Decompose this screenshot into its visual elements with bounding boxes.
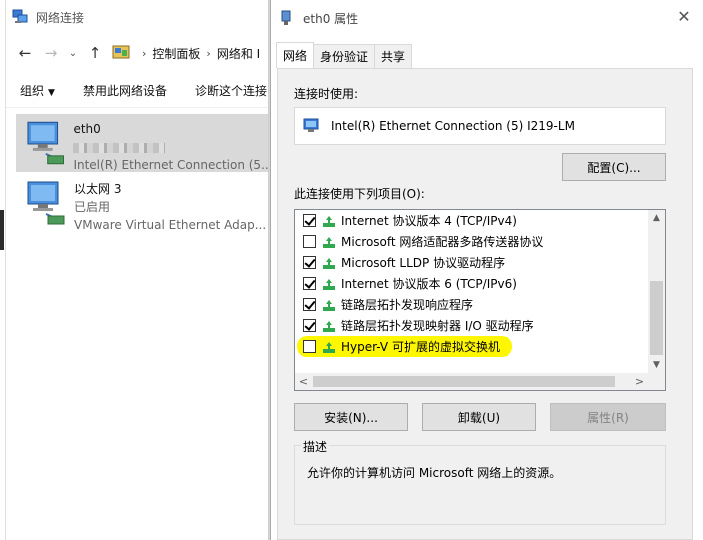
back-arrow-icon[interactable]: ← xyxy=(14,42,36,64)
control-panel-icon xyxy=(112,45,130,59)
redacted-blur xyxy=(73,142,166,153)
component-checkbox[interactable] xyxy=(303,214,316,227)
organize-menu[interactable]: 组织 ▼ xyxy=(20,82,55,99)
component-row[interactable]: Internet 协议版本 4 (TCP/IPv4) xyxy=(295,210,649,231)
network-component-icon xyxy=(323,299,335,311)
component-checkbox[interactable] xyxy=(303,277,316,290)
network-tab-panel: 连接时使用: Intel(R) Ethernet Connection (5) … xyxy=(277,68,693,540)
network-component-icon xyxy=(323,257,335,269)
eth0-properties-dialog: eth0 属性 ✕ 网络 身份验证 共享 连接时使用: Intel(R) Eth… xyxy=(270,0,703,540)
scroll-left-icon[interactable]: < xyxy=(295,373,312,390)
adapter-description: Intel(R) Ethernet Connection (5... xyxy=(73,158,270,172)
component-label: Microsoft LLDP 协议驱动程序 xyxy=(341,256,506,270)
network-component-icon xyxy=(323,278,335,290)
adapter-status-redacted xyxy=(73,138,270,156)
tab-bar: 网络 身份验证 共享 xyxy=(276,42,413,68)
scroll-corner xyxy=(648,373,665,390)
component-checkbox[interactable] xyxy=(303,256,316,269)
close-icon[interactable]: ✕ xyxy=(675,8,693,26)
components-list-items: Internet 协议版本 4 (TCP/IPv4) Microsoft 网络适配… xyxy=(295,210,649,357)
breadcrumb-separator-icon: › xyxy=(142,46,147,60)
component-checkbox[interactable] xyxy=(303,298,316,311)
breadcrumb-control-panel[interactable]: 控制面板 xyxy=(152,45,200,62)
adapter-item-eth0[interactable]: eth0 Intel(R) Ethernet Connection (5... xyxy=(16,114,270,172)
bg-titlebar: 网络连接 xyxy=(6,0,270,34)
bg-window-title: 网络连接 xyxy=(36,10,85,25)
network-component-icon xyxy=(323,320,335,332)
breadcrumb-network[interactable]: 网络和 I xyxy=(217,45,260,62)
dialog-titlebar: eth0 属性 ✕ xyxy=(271,0,703,36)
component-checkbox[interactable] xyxy=(303,319,316,332)
tab-authentication[interactable]: 身份验证 xyxy=(313,44,376,68)
edge-mark xyxy=(0,210,4,250)
forward-arrow-icon[interactable]: → xyxy=(40,42,62,64)
scroll-up-icon[interactable]: ▲ xyxy=(648,210,665,226)
address-bar: ← → ⌄ ↑ › 控制面板 › 网络和 I xyxy=(6,38,270,68)
network-component-icon xyxy=(323,341,335,353)
description-legend: 描述 xyxy=(301,438,330,455)
description-group: 描述 允许你的计算机访问 Microsoft 网络上的资源。 xyxy=(294,438,666,525)
component-row[interactable]: Internet 协议版本 6 (TCP/IPv6) xyxy=(295,273,649,294)
adapter-description: VMware Virtual Ethernet Adap... xyxy=(74,218,267,232)
component-label: Internet 协议版本 4 (TCP/IPv4) xyxy=(341,214,517,228)
vertical-scroll-thumb[interactable] xyxy=(650,281,663,355)
network-adapter-icon xyxy=(303,118,319,132)
description-text: 允许你的计算机访问 Microsoft 网络上的资源。 xyxy=(307,466,562,480)
component-row[interactable]: Microsoft 网络适配器多路传送器协议 xyxy=(295,231,649,252)
component-row[interactable]: 链路层拓扑发现响应程序 xyxy=(295,294,649,315)
component-label: Microsoft 网络适配器多路传送器协议 xyxy=(341,235,544,249)
connect-using-label: 连接时使用: xyxy=(294,87,359,101)
adapter-name: 以太网 3 xyxy=(74,182,122,196)
diagnose-button[interactable]: 诊断这个连接 xyxy=(195,82,267,99)
tab-sharing[interactable]: 共享 xyxy=(374,44,413,68)
component-checkbox[interactable] xyxy=(303,235,316,248)
component-label: 链路层拓扑发现映射器 I/O 驱动程序 xyxy=(341,319,534,333)
scroll-down-icon[interactable]: ▼ xyxy=(648,357,665,373)
install-button[interactable]: 安装(N)... xyxy=(294,403,408,431)
uninstall-button[interactable]: 卸载(U) xyxy=(422,403,536,431)
network-component-icon xyxy=(323,215,335,227)
adapter-name-box: Intel(R) Ethernet Connection (5) I219-LM xyxy=(294,107,666,145)
network-connections-window: 网络连接 ← → ⌄ ↑ › 控制面板 › 网络和 I 组织 ▼ 禁用此网络设备 … xyxy=(6,0,270,540)
dialog-title: eth0 属性 xyxy=(303,11,359,26)
bg-toolbar: 组织 ▼ 禁用此网络设备 诊断这个连接 xyxy=(6,74,270,108)
items-label: 此连接使用下列项目(O): xyxy=(294,187,425,201)
up-arrow-icon[interactable]: ↑ xyxy=(84,42,106,64)
component-label: Hyper-V 可扩展的虚拟交换机 xyxy=(341,337,508,356)
adapter-full-name: Intel(R) Ethernet Connection (5) I219-LM xyxy=(331,119,575,133)
network-component-icon xyxy=(323,236,335,248)
component-label: Internet 协议版本 6 (TCP/IPv6) xyxy=(341,277,517,291)
component-row[interactable]: 链路层拓扑发现映射器 I/O 驱动程序 xyxy=(295,315,649,336)
components-list[interactable]: Internet 协议版本 4 (TCP/IPv4) Microsoft 网络适配… xyxy=(294,209,666,391)
disable-device-button[interactable]: 禁用此网络设备 xyxy=(83,82,167,99)
adapter-name: eth0 xyxy=(73,122,101,136)
network-connections-icon xyxy=(12,9,28,23)
tab-network[interactable]: 网络 xyxy=(276,42,315,68)
network-adapter-icon xyxy=(27,181,65,225)
recent-dropdown-icon[interactable]: ⌄ xyxy=(66,42,80,64)
organize-label: 组织 xyxy=(20,84,45,98)
scroll-right-icon[interactable]: > xyxy=(631,373,648,390)
horizontal-scroll-thumb[interactable] xyxy=(313,376,615,387)
network-adapter-icon xyxy=(27,121,64,165)
breadcrumb-separator-icon: › xyxy=(206,46,211,60)
vertical-scrollbar[interactable]: ▲ ▼ xyxy=(648,210,665,373)
horizontal-scrollbar[interactable]: < > xyxy=(295,373,665,390)
component-row[interactable]: Hyper-V 可扩展的虚拟交换机 xyxy=(295,336,649,357)
adapter-item-ethernet3[interactable]: 以太网 3 已启用 VMware Virtual Ethernet Adap..… xyxy=(16,174,270,232)
adapter-status: 已启用 xyxy=(74,200,111,214)
component-row[interactable]: Microsoft LLDP 协议驱动程序 xyxy=(295,252,649,273)
component-checkbox[interactable] xyxy=(303,340,316,353)
properties-button[interactable]: 属性(R) xyxy=(550,403,666,431)
network-adapter-icon xyxy=(281,10,291,25)
component-label: 链路层拓扑发现响应程序 xyxy=(341,298,474,312)
caret-down-icon: ▼ xyxy=(48,88,55,98)
configure-button[interactable]: 配置(C)... xyxy=(562,153,666,181)
